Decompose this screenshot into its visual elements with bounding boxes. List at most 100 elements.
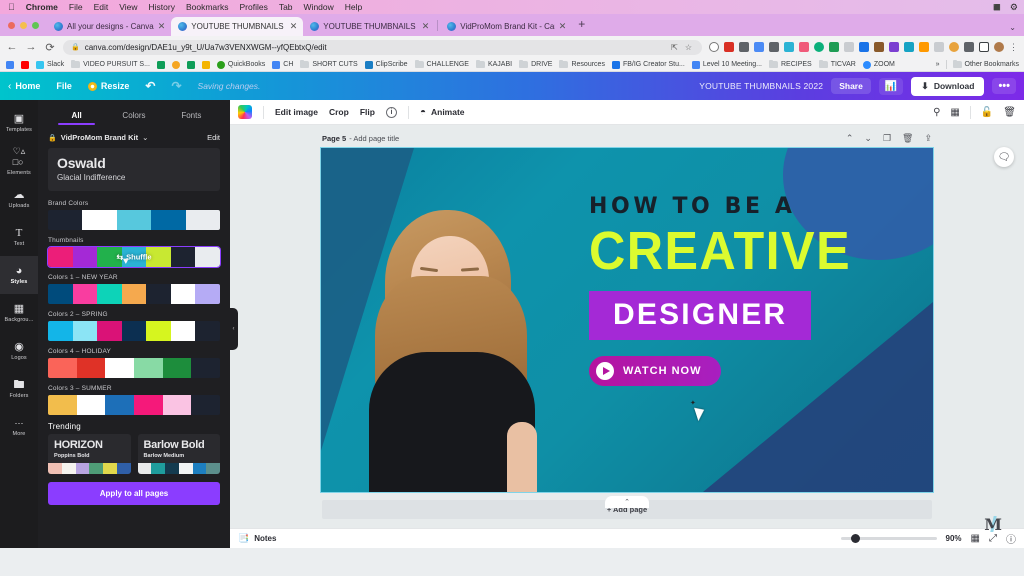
extension-icons[interactable]: ⋮ [709, 42, 1018, 53]
blue-extension-icon[interactable] [859, 42, 869, 52]
red-extension-icon[interactable] [724, 42, 734, 52]
forward-button[interactable]: → [25, 41, 37, 53]
expand-page-icon[interactable]: ⇪ [924, 133, 932, 144]
redo-button[interactable]: ↷ [171, 79, 181, 93]
sidebar-item-templates[interactable]: ▣ Templates [0, 104, 38, 142]
bookmark-emoji[interactable] [171, 60, 180, 69]
help-icon[interactable]: ⓘ [1006, 531, 1016, 546]
rainbow-swatch-icon[interactable] [238, 105, 252, 119]
gear-icon[interactable]: ⚙ [1010, 2, 1018, 13]
bookmark-gmail[interactable] [6, 60, 14, 69]
share-icon[interactable]: ⇱ [671, 43, 678, 52]
animate-button[interactable]: ◓ Animate [420, 107, 465, 118]
menu-chrome[interactable]: Chrome [26, 2, 58, 12]
window-extension-icon[interactable] [754, 42, 764, 52]
headline-line-1[interactable]: HOW TO BE A [589, 194, 933, 219]
zoom-slider[interactable] [840, 534, 937, 543]
bookmark-ch[interactable]: CH [272, 60, 293, 69]
bookmark-sheets2[interactable] [186, 60, 195, 69]
bookmark-fb-ig-creator[interactable]: FB/IG Creator Stu... [611, 60, 685, 69]
share-button[interactable]: Share [831, 78, 871, 94]
file-menu-button[interactable]: File [56, 81, 72, 91]
menu-edit[interactable]: Edit [94, 2, 109, 12]
document-title[interactable]: YOUTUBE THUMBNAILS 2022 [699, 81, 823, 91]
menu-window[interactable]: Window [304, 2, 334, 12]
menu-profiles[interactable]: Profiles [239, 2, 267, 12]
page-panel-handle[interactable]: ⌃ [605, 496, 649, 508]
brand-font-card[interactable]: Oswald Glacial Indifference [48, 148, 220, 191]
bookmark-kajabi[interactable]: KAJABI [475, 59, 512, 68]
address-bar[interactable]: 🔒 canva.com/design/DAE1u_y9t_U/Ua7w3VENX… [63, 39, 702, 55]
bookmark-slack[interactable]: Slack [36, 60, 64, 69]
teal-extension-icon[interactable] [904, 42, 914, 52]
menu-view[interactable]: View [119, 2, 137, 12]
page-view-icon[interactable]: ▦ [971, 533, 980, 544]
bookmark-zoom[interactable]: ZOOM [862, 60, 895, 69]
tab-search-chevron-icon[interactable]: ⌄ [1009, 23, 1016, 32]
puzzle-extension-icon[interactable] [964, 42, 974, 52]
more-options-button[interactable]: ••• [992, 78, 1016, 94]
lock-icon[interactable]: 🔓 [981, 107, 993, 118]
bookmark-challenge[interactable]: CHALLENGE [414, 59, 469, 68]
crop-button[interactable]: Crop [329, 107, 349, 117]
close-tab-icon[interactable]: ✕ [290, 21, 298, 32]
position-icon[interactable]: ⚲ [933, 107, 940, 118]
bookmark-resources[interactable]: Resources [559, 59, 605, 68]
bookmark-youtube[interactable] [21, 60, 29, 69]
chevron-down-icon[interactable]: ⌄ [864, 133, 872, 144]
bookmark-quickbooks[interactable]: QuickBooks [216, 60, 265, 69]
trending-card-horizon[interactable]: HORIZON Poppins Bold [48, 434, 131, 474]
page-title-input[interactable]: - Add page title [349, 134, 399, 143]
sidebar-item-folders[interactable]: 🖿 Folders [0, 370, 38, 408]
sidebar-item-text[interactable]: T Text [0, 218, 38, 256]
bookmarks-overflow-button[interactable]: » [936, 61, 940, 68]
bookmark-recipes[interactable]: RECIPES [768, 59, 812, 68]
collapse-panel-handle[interactable]: ‹ [229, 308, 238, 350]
camera-extension-icon[interactable] [769, 42, 779, 52]
browser-tab[interactable]: VidProMom Brand Kit - Canva ✕ [440, 17, 572, 36]
person-photo[interactable] [363, 192, 541, 492]
green-extension-icon[interactable] [814, 42, 824, 52]
zoom-slider-knob[interactable] [850, 534, 860, 543]
undo-button[interactable]: ↶ [145, 79, 155, 93]
palette-colors-2-spring[interactable] [48, 321, 220, 341]
purple-extension-icon[interactable] [889, 42, 899, 52]
close-tab-icon[interactable]: ✕ [559, 21, 567, 32]
menu-file[interactable]: File [69, 2, 83, 12]
bookmark-short-cuts[interactable]: SHORT CUTS [300, 59, 358, 68]
notes-button[interactable]: 📑 Notes [238, 533, 276, 544]
sidebar-item-elements[interactable]: ♡▵ □○ Elements [0, 142, 38, 180]
sidebar-item-logos[interactable]: ◉ Logos [0, 332, 38, 370]
palette-brand-colors[interactable] [48, 210, 220, 230]
profile-avatar[interactable] [994, 42, 1004, 52]
bookmark-video-pursuit[interactable]: VIDEO PURSUIT S... [71, 59, 150, 68]
bookmark-clipscribe[interactable]: ClipScribe [364, 60, 408, 69]
bookmark-drive[interactable]: DRIVE [519, 59, 552, 68]
palette-colors-3-summer[interactable] [48, 395, 220, 415]
apple-menu-icon[interactable]:  [8, 2, 15, 12]
chevron-down-icon[interactable]: ⌄ [142, 133, 148, 142]
home-button[interactable]: ‹ Home [8, 81, 40, 92]
menu-tab[interactable]: Tab [279, 2, 293, 12]
apply-to-all-pages-button[interactable]: Apply to all pages [48, 482, 220, 505]
trending-card-barlow[interactable]: Barlow Bold Barlow Medium [137, 434, 220, 474]
canvas-scroll-area[interactable]: Page 5 - Add page title ⌃ ⌄ ❐ 🗑 ⇪ HOW TO… [230, 125, 1024, 528]
palette-colors-4-holiday[interactable] [48, 358, 220, 378]
amazon-extension-icon[interactable] [919, 42, 929, 52]
sidebar-item-uploads[interactable]: ☁ Uploads [0, 180, 38, 218]
bookmark-slides[interactable] [201, 60, 210, 69]
bookmark-sheets[interactable] [156, 60, 165, 69]
grammar-extension-icon[interactable] [829, 42, 839, 52]
tab-fonts[interactable]: Fonts [163, 108, 220, 125]
info-icon[interactable]: i [385, 106, 397, 118]
menu-bookmarks[interactable]: Bookmarks [186, 2, 229, 12]
trash-icon[interactable]: 🗑 [1003, 107, 1016, 118]
info-extension-icon[interactable] [709, 42, 719, 52]
browser-tab-active[interactable]: YOUTUBE THUMBNAILS 2022 ✕ [171, 17, 304, 36]
new-tab-button[interactable]: + [572, 17, 591, 33]
orange-extension-icon[interactable] [949, 42, 959, 52]
sidebar-item-more[interactable]: ⋯ More [0, 408, 38, 446]
watch-now-button[interactable]: WATCH NOW [589, 356, 722, 386]
insights-icon[interactable]: 📊 [878, 77, 904, 95]
browser-tab[interactable]: All your designs - Canva ✕ [47, 17, 171, 36]
